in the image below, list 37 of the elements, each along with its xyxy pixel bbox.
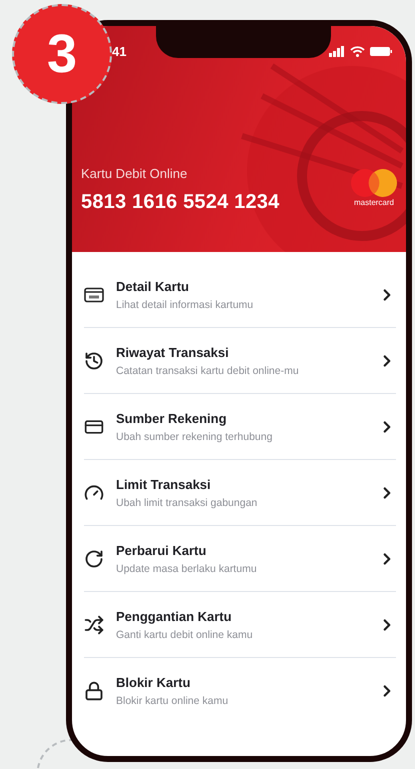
menu-title: Penggantian Kartu [116,608,233,624]
menu-item[interactable]: Detail Kartu Lihat detail informasi kartumu [84,262,396,328]
menu-subtitle: Ganti kartu debit online kamu [116,628,254,640]
step-badge: 3 [12,4,112,104]
dashed-arc-drawing [34,738,74,769]
battery-icon [370,46,392,56]
menu-item[interactable]: Blokir Kartu Blokir kartu online kamu [84,658,396,723]
menu-item[interactable]: Limit Transaksi Ubah limit transaksi gabungan [84,460,396,526]
menu-subtitle: Lihat detail informasi kartumu [116,298,254,310]
history-icon [84,350,104,370]
menu-title: Perbarui Kartu [116,542,208,558]
menu-subtitle: Blokir kartu online kamu [116,694,230,706]
menu-title: Limit Transaksi [116,476,212,492]
card-number: 5813 1616 5524 1234 [81,191,280,214]
menu-item[interactable]: Sumber Rekening Ubah sumber rekening terhubung [84,394,396,460]
menu-subtitle: Update masa berlaku kartumu [116,562,258,574]
menu-title: Blokir Kartu [116,674,192,690]
menu-title: Sumber Rekening [116,410,228,426]
card-label: Kartu Debit Online [81,166,188,181]
gauge-icon [84,482,104,502]
lock-icon [84,680,104,700]
circles-logo-icon [350,168,398,198]
refresh-icon [84,548,104,568]
menu-title: Riwayat Transaksi [116,344,230,360]
menu-title: Detail Kartu [116,278,190,294]
status-time: 41 [112,44,126,58]
menu-item[interactable]: Riwayat Transaksi Catatan transaksi kartu debit online-mu [84,328,396,394]
card-icon [84,286,104,302]
signal-icon [329,46,345,56]
wifi-icon [350,46,365,56]
shuffle-icon [84,614,104,634]
menu-subtitle: Ubah limit transaksi gabungan [116,496,258,508]
menu-item[interactable]: Perbarui Kartu Update masa berlaku kartumu [84,526,396,592]
menu-item[interactable]: Penggantian Kartu Ganti kartu debit online kamu [84,592,396,658]
menu-subtitle: Catatan transaksi kartu debit online-mu [116,364,300,376]
brand-label: mastercard [354,198,394,207]
menu-subtitle: Ubah sumber rekening terhubung [116,430,274,442]
